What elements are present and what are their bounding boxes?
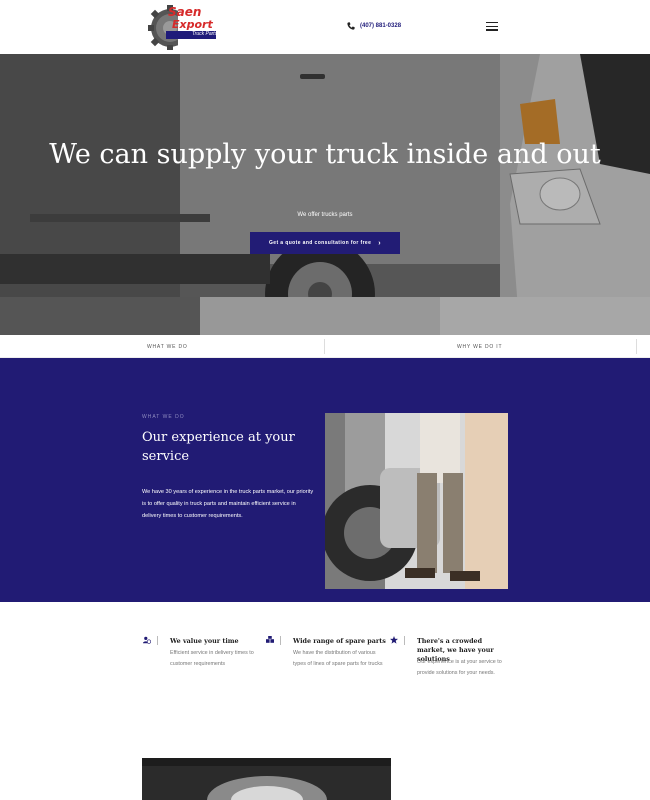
feature-desc: We have the distribution of various type… bbox=[293, 650, 383, 667]
chevron-right-icon: › bbox=[378, 239, 382, 247]
hero-title: We can supply your truck inside and out bbox=[49, 139, 601, 170]
logo-tagline: Truck Parts bbox=[192, 31, 218, 37]
quote-cta-button[interactable]: Get a quote and consultation for free › bbox=[250, 232, 400, 254]
section-tabs: WHAT WE DO WHY WE DO IT bbox=[0, 335, 650, 358]
feature-divider bbox=[280, 636, 281, 645]
logo-wordmark-top: Saen bbox=[168, 5, 202, 19]
about-section: WHAT WE DO Our experience at your servic… bbox=[0, 358, 650, 602]
about-heading: Our experience at your service bbox=[142, 430, 295, 464]
features-section: We value your time Efficient service in … bbox=[0, 602, 650, 752]
feature-desc: Efficient service in delivery times to c… bbox=[170, 650, 254, 667]
site-header: Saen Export Truck Parts (407) 881-0328 bbox=[0, 0, 650, 54]
hero-section: We can supply your truck inside and out … bbox=[0, 54, 650, 335]
star-icon bbox=[390, 636, 398, 644]
tab-why-we-do-it[interactable]: WHY WE DO IT bbox=[457, 335, 502, 358]
feature-desc: Our experience is at your service to pro… bbox=[417, 659, 502, 676]
hero-overlay bbox=[0, 54, 650, 335]
about-body: We have 30 years of experience in the tr… bbox=[142, 489, 314, 519]
phone-number: (407) 881-0328 bbox=[360, 23, 402, 29]
feature-divider bbox=[157, 636, 158, 645]
tab-divider bbox=[636, 339, 637, 354]
hero-subtitle: We offer trucks parts bbox=[297, 212, 353, 218]
phone-icon bbox=[347, 22, 355, 30]
logo-wordmark-bottom: Export bbox=[172, 18, 213, 31]
hamburger-menu-icon[interactable] bbox=[486, 22, 498, 32]
feature-title: Wide range of spare parts bbox=[293, 637, 386, 645]
truck-engine-photo bbox=[142, 758, 391, 800]
boxes-icon bbox=[266, 636, 274, 643]
tab-what-we-do[interactable]: WHAT WE DO bbox=[147, 335, 188, 358]
quote-cta-label: Get a quote and consultation for free bbox=[268, 240, 372, 246]
feature-divider bbox=[404, 636, 405, 645]
tab-divider bbox=[324, 339, 325, 354]
tab-label: WHY WE DO IT bbox=[457, 343, 503, 350]
mechanic-photo bbox=[325, 413, 508, 589]
section-kicker: WHAT WE DO bbox=[142, 414, 185, 420]
user-clock-icon bbox=[143, 636, 151, 644]
site-logo[interactable]: Saen Export Truck Parts bbox=[148, 2, 218, 52]
tab-label: WHAT WE DO bbox=[147, 343, 188, 350]
feature-title: We value your time bbox=[170, 637, 239, 645]
phone-link[interactable]: (407) 881-0328 bbox=[347, 22, 401, 30]
